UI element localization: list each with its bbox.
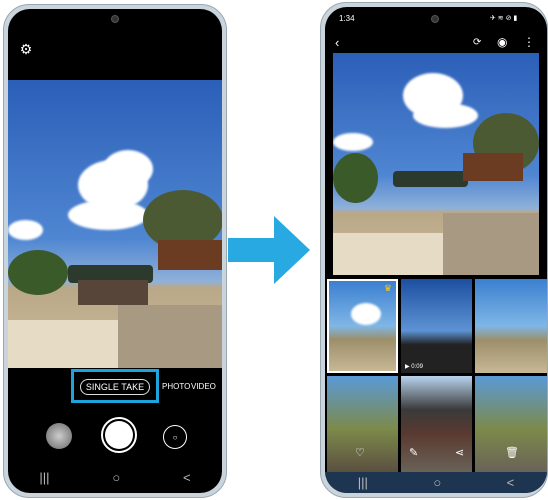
gear-icon[interactable]: ⚙ [18, 41, 34, 57]
thumbnail[interactable]: ♡ [327, 376, 398, 472]
shutter-button[interactable] [101, 417, 137, 453]
gallery-screen: 1:34 ✈ ≋ ⊘ ▮ ‹ ⟳ ◉ ⋮ ♛ ▶ 0:09 ♡ ✎ ⋖ 🗑 ||… [325, 7, 547, 493]
gallery-phone: 1:34 ✈ ≋ ⊘ ▮ ‹ ⟳ ◉ ⋮ ♛ ▶ 0:09 ♡ ✎ ⋖ 🗑 ||… [320, 2, 548, 498]
front-camera [431, 15, 439, 23]
rotate-icon[interactable]: ⟳ [473, 37, 481, 48]
heart-icon[interactable]: ♡ [355, 446, 365, 459]
trash-icon[interactable]: 🗑 [505, 446, 519, 459]
duration-label: 0:09 [411, 364, 423, 370]
front-camera [111, 15, 119, 23]
mode-single-take[interactable]: SINGLE TAKE [80, 379, 150, 395]
thumbnail[interactable]: ♛ [327, 279, 398, 373]
switch-camera-icon[interactable]: ○ [163, 425, 187, 449]
mode-video[interactable]: VIDEO [191, 382, 216, 391]
main-photo[interactable] [333, 53, 539, 275]
viewfinder[interactable] [8, 80, 222, 368]
back-icon[interactable]: ‹ [335, 35, 339, 50]
thumbnail[interactable]: ✎ ⋖ [401, 376, 472, 472]
status-icons: ✈ ≋ ⊘ ▮ [490, 15, 518, 22]
camera-screen: ⚙ SINGLE TAKE PHOTO VIDEO ○ ||| ○ < [8, 9, 222, 493]
eye-icon[interactable]: ◉ [497, 35, 507, 49]
edit-icon[interactable]: ✎ [409, 446, 418, 459]
recent-apps-button[interactable]: ||| [39, 470, 49, 485]
arrow-icon [228, 216, 310, 284]
camera-phone: ⚙ SINGLE TAKE PHOTO VIDEO ○ ||| ○ < [3, 4, 227, 498]
home-button[interactable]: ○ [433, 475, 441, 490]
status-time: 1:34 [339, 14, 355, 23]
video-duration: ▶ 0:09 [405, 364, 423, 370]
mode-photo[interactable]: PHOTO [162, 382, 190, 391]
thumbnail[interactable]: 🗑 [475, 376, 547, 472]
gallery-thumbnail[interactable] [46, 423, 72, 449]
thumbnail[interactable]: ▶ 0:09 [401, 279, 472, 373]
home-button[interactable]: ○ [112, 470, 120, 485]
back-button[interactable]: < [183, 470, 191, 485]
share-icon[interactable]: ⋖ [455, 446, 464, 459]
nav-bar: ||| ○ < [8, 467, 222, 487]
recent-apps-button[interactable]: ||| [358, 475, 368, 490]
nav-bar: ||| ○ < [325, 472, 547, 493]
more-icon[interactable]: ⋮ [523, 35, 535, 49]
thumbnail[interactable] [475, 279, 547, 373]
crown-icon: ♛ [383, 283, 392, 293]
back-button[interactable]: < [507, 475, 515, 490]
